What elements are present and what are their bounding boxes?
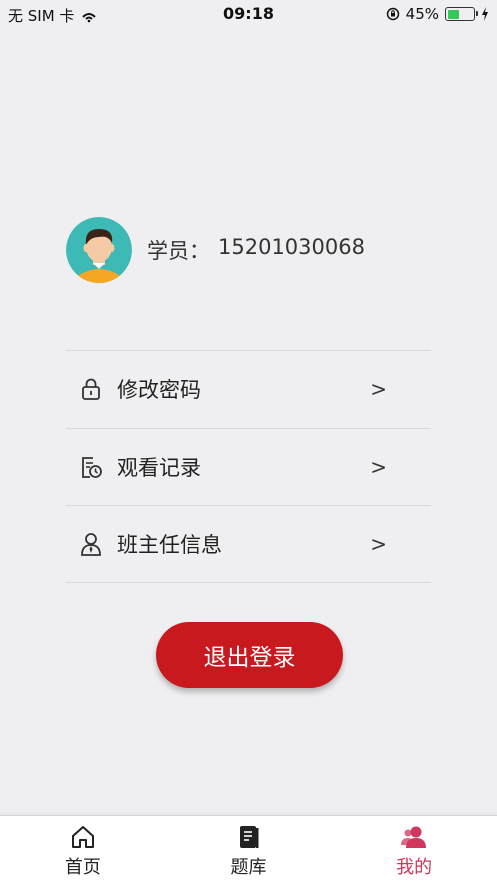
- teacher-icon: [81, 532, 101, 556]
- tab-label: 首页: [64, 857, 101, 878]
- battery-percent: 45%: [405, 5, 439, 23]
- user-icon: [401, 826, 427, 848]
- tab-label: 我的: [396, 857, 433, 878]
- avatar: [66, 217, 132, 283]
- phone-number: 15201030068: [218, 235, 365, 259]
- menu-item-label: 班主任信息: [117, 532, 222, 557]
- battery-icon: [445, 7, 478, 21]
- battery-fill: [447, 9, 459, 19]
- profile-info: 学员： 15201030068: [147, 235, 365, 265]
- menu-item-label: 修改密码: [117, 378, 201, 403]
- lock-icon: [82, 378, 100, 401]
- chevron-right-icon: >: [370, 377, 387, 402]
- menu-list: 修改密码 > 观看记录 > 班主任信息 >: [66, 350, 431, 583]
- orientation-lock-icon: [386, 7, 399, 21]
- role-label: 学员：: [147, 239, 210, 263]
- menu-item-teacher-info[interactable]: 班主任信息 >: [66, 505, 431, 583]
- home-icon: [71, 826, 94, 848]
- status-bar: 无 SIM 卡 09:18 45%: [0, 0, 497, 28]
- menu-item-label: 观看记录: [117, 455, 201, 480]
- chevron-right-icon: >: [370, 531, 387, 556]
- book-icon: [239, 826, 258, 848]
- charging-icon: [482, 7, 488, 21]
- avatar-icon: [66, 217, 132, 283]
- logout-button[interactable]: 退出登录: [156, 622, 343, 688]
- tab-home[interactable]: 首页: [0, 816, 166, 883]
- tab-label: 题库: [230, 857, 267, 878]
- menu-item-change-password[interactable]: 修改密码 >: [66, 350, 431, 428]
- history-icon: [82, 456, 102, 478]
- menu-item-watch-history[interactable]: 观看记录 >: [66, 427, 431, 506]
- chevron-right-icon: >: [370, 454, 387, 479]
- tab-mine[interactable]: 我的: [331, 816, 497, 883]
- tab-bar: 首页 题库 我的: [0, 815, 497, 883]
- status-right: 45%: [386, 5, 489, 23]
- tab-question-bank[interactable]: 题库: [166, 816, 332, 883]
- profile-section: 学员： 15201030068: [66, 217, 365, 283]
